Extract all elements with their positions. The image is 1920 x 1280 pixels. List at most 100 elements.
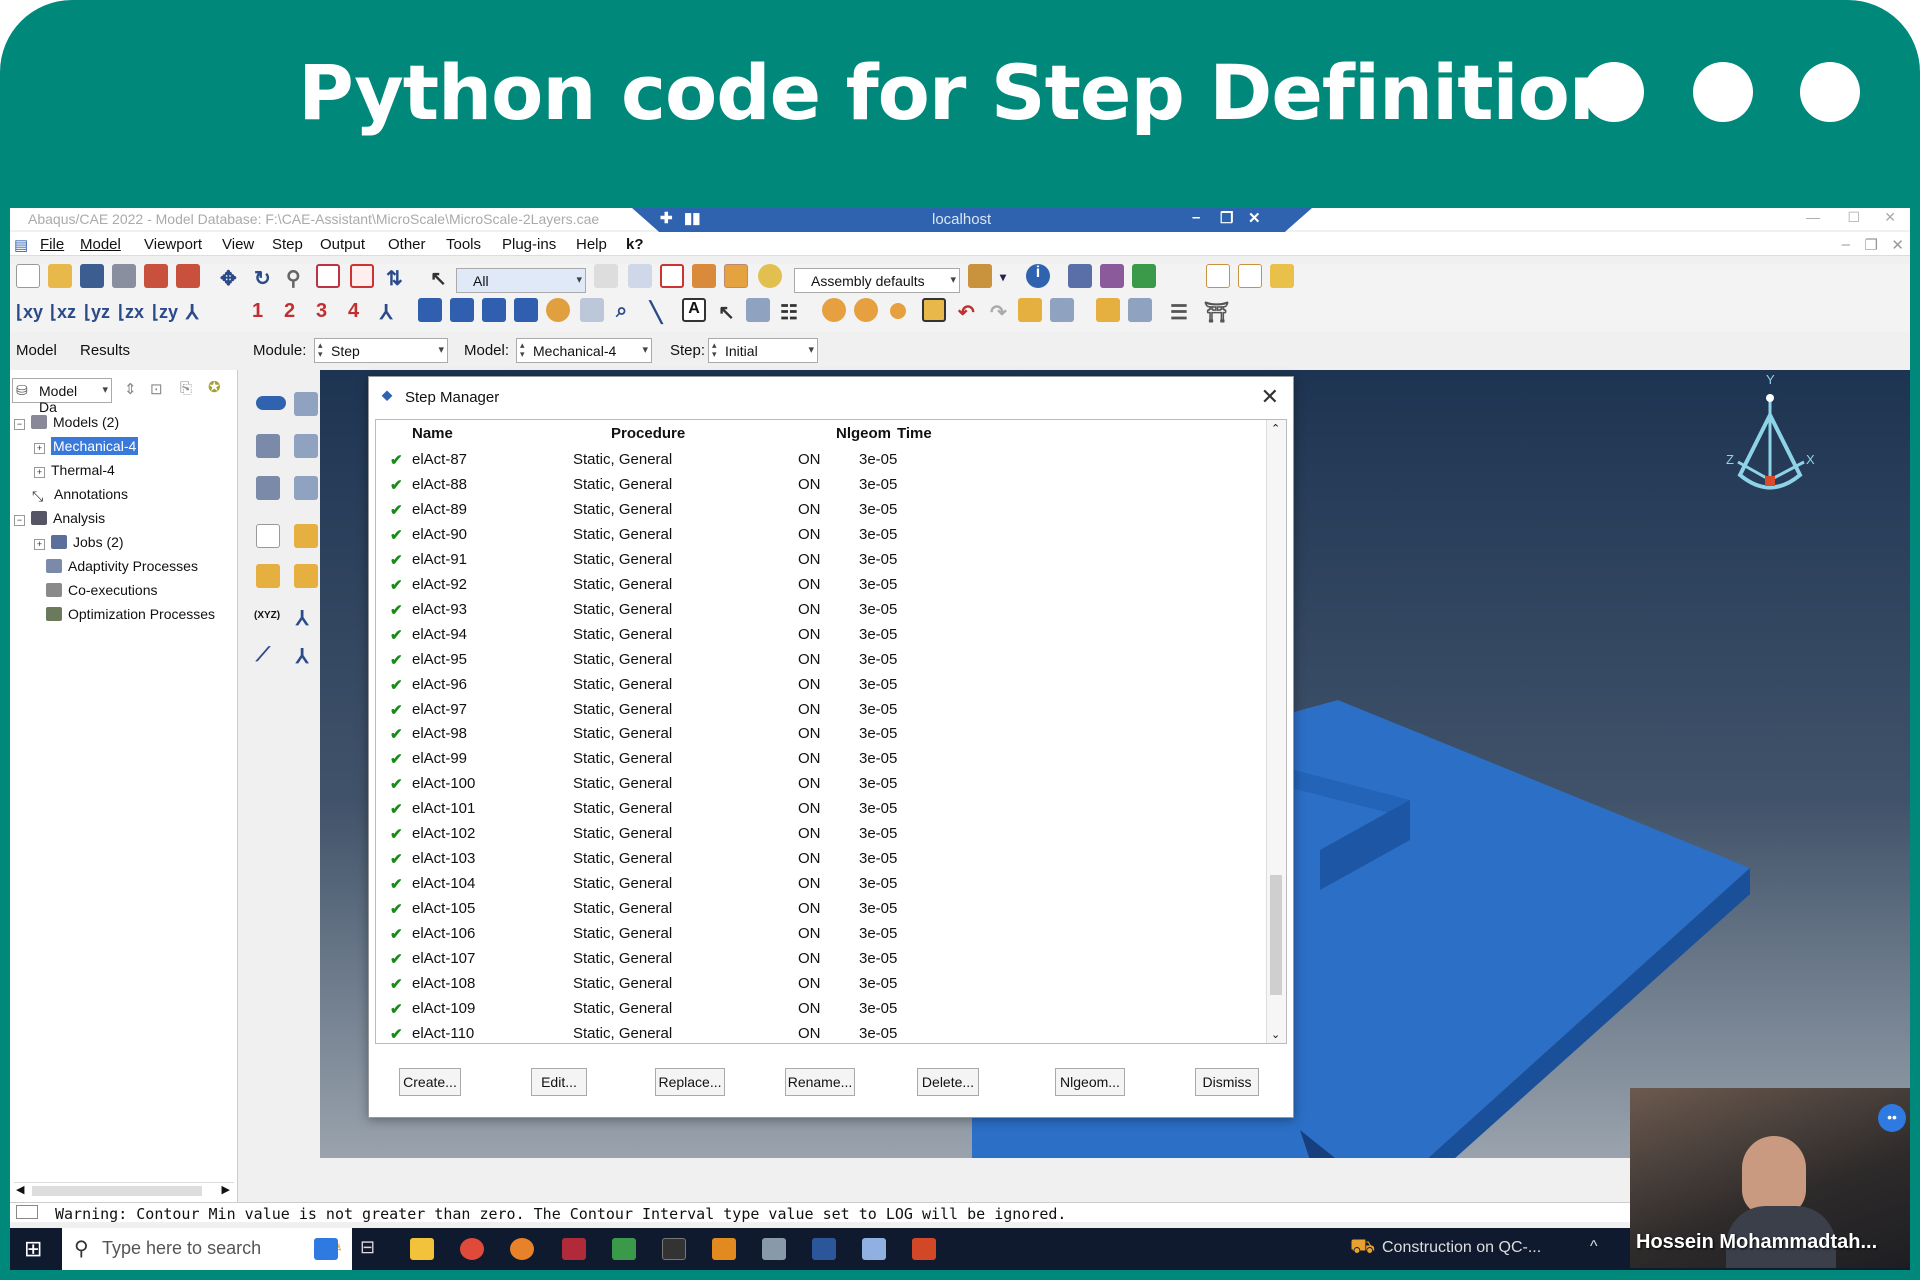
auto-fit-icon[interactable] [350, 264, 374, 288]
redo-icon[interactable]: ↷ [990, 300, 1007, 325]
taskbar-active-item[interactable]: Construction on QC-... [1382, 1239, 1541, 1257]
datum-plane-icon[interactable]: ⟋ [256, 644, 270, 667]
view-3-button[interactable]: 3 [316, 300, 327, 323]
file-explorer-icon[interactable] [410, 1238, 434, 1260]
color-code-icon[interactable] [758, 264, 782, 288]
tab-results[interactable]: Results [80, 342, 130, 359]
view-4-button[interactable]: 4 [348, 300, 359, 323]
arrow-annotation-icon[interactable]: ╲ [650, 300, 662, 325]
step-row[interactable]: ✔ elAct-108 Static, General ON 3e-05 [376, 970, 1266, 995]
selection-filter[interactable]: All ▾ [456, 268, 586, 293]
layers-icon[interactable]: ⛩ [1204, 300, 1229, 325]
view-side-icon[interactable] [1238, 264, 1262, 288]
step-row[interactable]: ✔ elAct-89 Static, General ON 3e-05 [376, 496, 1266, 521]
nlgeom-button[interactable]: Nlgeom... [1055, 1068, 1125, 1096]
save-icon[interactable] [80, 264, 104, 288]
undo-icon[interactable]: ↶ [958, 300, 975, 325]
replace-selected-icon[interactable] [628, 264, 652, 288]
model-select[interactable]: ▴ ▾ Mechanical-4 ▾ [516, 338, 652, 363]
dropdown-arrow-icon[interactable]: ▾ [1000, 270, 1006, 284]
info-icon[interactable]: i [1026, 264, 1050, 288]
step-row[interactable]: ✔ elAct-95 Static, General ON 3e-05 [376, 646, 1266, 671]
matlab-icon[interactable] [562, 1238, 586, 1260]
view-xy-icon[interactable]: ⌊xy [16, 302, 43, 323]
render-style-icon[interactable] [968, 264, 992, 288]
view-front-icon[interactable] [1206, 264, 1230, 288]
list-icon[interactable]: ☷ [780, 300, 798, 325]
view-2-button[interactable]: 2 [284, 300, 295, 323]
ruler-icon[interactable]: ☰ [1170, 300, 1188, 325]
app-icon[interactable] [314, 1238, 338, 1260]
datum-icon[interactable] [1128, 298, 1152, 322]
step-row[interactable]: ✔ elAct-97 Static, General ON 3e-05 [376, 696, 1266, 721]
column-procedure[interactable]: Procedure [611, 425, 685, 442]
dismiss-button[interactable]: Dismiss [1195, 1068, 1259, 1096]
step-row[interactable]: ✔ elAct-106 Static, General ON 3e-05 [376, 920, 1266, 945]
step-row[interactable]: ✔ elAct-91 Static, General ON 3e-05 [376, 546, 1266, 571]
powerpoint-icon[interactable] [912, 1238, 936, 1260]
step-row[interactable]: ✔ elAct-92 Static, General ON 3e-05 [376, 571, 1266, 596]
expand-icon[interactable]: + [34, 467, 45, 478]
new-file-icon[interactable] [16, 264, 40, 288]
column-time[interactable]: Time [897, 425, 932, 442]
pin-icon[interactable]: ✚ [660, 209, 673, 227]
tree-filter-icon[interactable]: ⊡ [150, 380, 163, 398]
close-icon[interactable]: ✕ [1884, 209, 1896, 226]
tree-hscrollbar[interactable]: ◀ ▶ [14, 1182, 234, 1198]
task-view-icon[interactable]: ⊟ [360, 1237, 375, 1258]
menu-help[interactable]: Help [576, 236, 607, 253]
menu-file[interactable]: File [40, 236, 64, 253]
step-row[interactable]: ✔ elAct-104 Static, General ON 3e-05 [376, 870, 1266, 895]
column-nlgeom[interactable]: Nlgeom [836, 425, 891, 442]
tile-horizontal-icon[interactable] [482, 298, 506, 322]
menu-tools[interactable]: Tools [446, 236, 481, 253]
controls-manager-icon[interactable] [294, 564, 318, 588]
rotate-icon[interactable]: ↻ [254, 266, 271, 291]
assembly-icon[interactable] [724, 264, 748, 288]
rename-button[interactable]: Rename... [785, 1068, 855, 1096]
step-row[interactable]: ✔ elAct-109 Static, General ON 3e-05 [376, 995, 1266, 1020]
xyz-datum-label[interactable]: (XYZ) [254, 610, 280, 621]
tree-scroll-thumb[interactable] [32, 1186, 202, 1196]
step-row[interactable]: ✔ elAct-96 Static, General ON 3e-05 [376, 671, 1266, 696]
select-arrow-icon[interactable]: ↖ [430, 266, 447, 291]
menu-model[interactable]: Model [80, 236, 121, 253]
replace-button[interactable]: Replace... [655, 1068, 725, 1096]
layout-icon[interactable] [418, 298, 442, 322]
step-list-scroll-thumb[interactable] [1270, 875, 1282, 995]
step-row[interactable]: ✔ elAct-103 Static, General ON 3e-05 [376, 845, 1266, 870]
tree-item-coexecutions[interactable]: Co-executions [46, 582, 158, 598]
rdp-close-icon[interactable]: ✕ [1248, 209, 1261, 227]
color-mapping-icon[interactable] [1018, 298, 1042, 322]
partition-tool-icon[interactable] [1096, 298, 1120, 322]
word-icon[interactable] [812, 1238, 836, 1260]
export-icon[interactable] [176, 264, 200, 288]
viewport-options-icon[interactable] [580, 298, 604, 322]
scroll-right-icon[interactable]: ▶ [222, 1183, 230, 1196]
tree-expand-icon[interactable]: ⎘ [180, 380, 192, 397]
tree-item-annotations[interactable]: ⤡ Annotations [32, 486, 128, 504]
edit-button[interactable]: Edit... [531, 1068, 587, 1096]
tree-updown-icon[interactable]: ⇕ [124, 380, 137, 398]
import-icon[interactable] [144, 264, 168, 288]
delete-button[interactable]: Delete... [917, 1068, 979, 1096]
history-output-icon[interactable] [256, 476, 280, 500]
sublime-icon[interactable] [712, 1238, 736, 1260]
scroll-down-icon[interactable]: ⌄ [1271, 1028, 1280, 1041]
step-row[interactable]: ✔ elAct-88 Static, General ON 3e-05 [376, 471, 1266, 496]
tree-item-thermal[interactable]: + Thermal-4 [34, 462, 115, 478]
collapse-icon[interactable]: − [14, 515, 25, 526]
firefox-icon[interactable] [510, 1238, 534, 1260]
scroll-left-icon[interactable]: ◀ [16, 1183, 24, 1196]
hidden-lines-icon[interactable] [1100, 264, 1124, 288]
step-row[interactable]: ✔ elAct-107 Static, General ON 3e-05 [376, 945, 1266, 970]
message-toggle-icon[interactable] [16, 1205, 38, 1219]
bulb-icon[interactable]: ✪ [208, 378, 221, 396]
step-row[interactable]: ✔ elAct-99 Static, General ON 3e-05 [376, 745, 1266, 770]
step-list[interactable]: Name Procedure Nlgeom Time ✔ elAct-87 Stat… [375, 419, 1287, 1044]
dialog-close-icon[interactable]: ✕ [1261, 384, 1279, 410]
mdi-close-icon[interactable]: ✕ [1891, 236, 1904, 254]
step-row[interactable]: ✔ elAct-105 Static, General ON 3e-05 [376, 895, 1266, 920]
open-folder-icon[interactable] [48, 264, 72, 288]
field-output-manager-icon[interactable] [294, 434, 318, 458]
